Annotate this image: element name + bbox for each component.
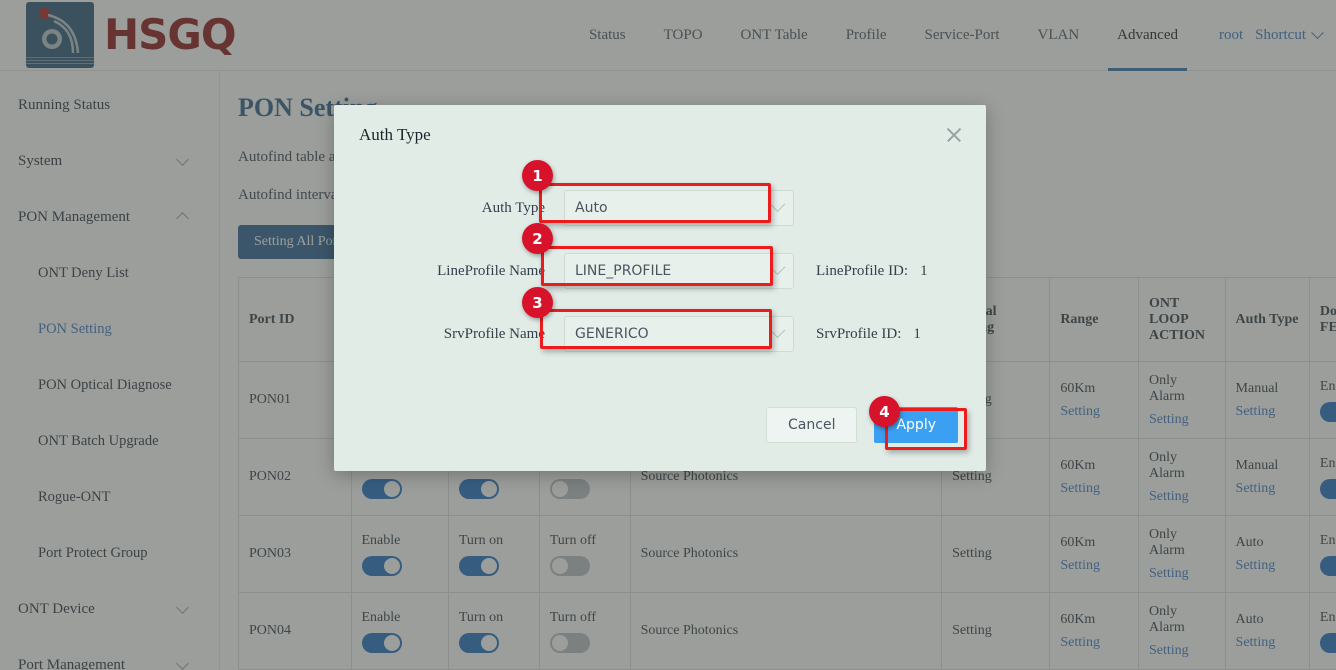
auth-type-label: Auth Type [334, 200, 564, 217]
chevron-down-icon [770, 322, 786, 338]
cancel-button[interactable]: Cancel [766, 407, 857, 443]
lineprofile-name-label: LineProfile Name [334, 263, 564, 280]
chevron-down-icon [770, 259, 786, 275]
auth-type-value: Auto [575, 200, 772, 216]
dialog-actions: Cancel Apply [766, 407, 958, 443]
auth-type-dialog: Auth Type Auth Type Auto LineProfile Nam… [334, 105, 986, 471]
apply-button[interactable]: Apply [874, 407, 958, 443]
lineprofile-id-label: LineProfile ID: [816, 263, 908, 279]
chevron-down-icon [770, 196, 786, 212]
srvprofile-name-value: GENERICO [575, 326, 772, 342]
close-icon[interactable] [943, 124, 965, 146]
dialog-title: Auth Type [334, 105, 986, 145]
auth-type-select[interactable]: Auto [564, 190, 794, 226]
srvprofile-name-select[interactable]: GENERICO [564, 316, 794, 352]
lineprofile-id-readout: LineProfile ID: 1 [816, 263, 928, 280]
srvprofile-id-value: 1 [913, 326, 921, 342]
auth-type-row: Auth Type Auto [334, 190, 986, 226]
srvprofile-row: SrvProfile Name GENERICO SrvProfile ID: 1 [334, 316, 986, 352]
lineprofile-row: LineProfile Name LINE_PROFILE LineProfil… [334, 253, 986, 289]
lineprofile-id-value: 1 [920, 263, 928, 279]
app-root: HSGQ Status TOPO ONT Table Profile Servi… [0, 0, 1336, 670]
srvprofile-id-label: SrvProfile ID: [816, 326, 901, 342]
srvprofile-id-readout: SrvProfile ID: 1 [816, 326, 921, 343]
lineprofile-name-value: LINE_PROFILE [575, 263, 772, 279]
lineprofile-name-select[interactable]: LINE_PROFILE [564, 253, 794, 289]
srvprofile-name-label: SrvProfile Name [334, 326, 564, 343]
